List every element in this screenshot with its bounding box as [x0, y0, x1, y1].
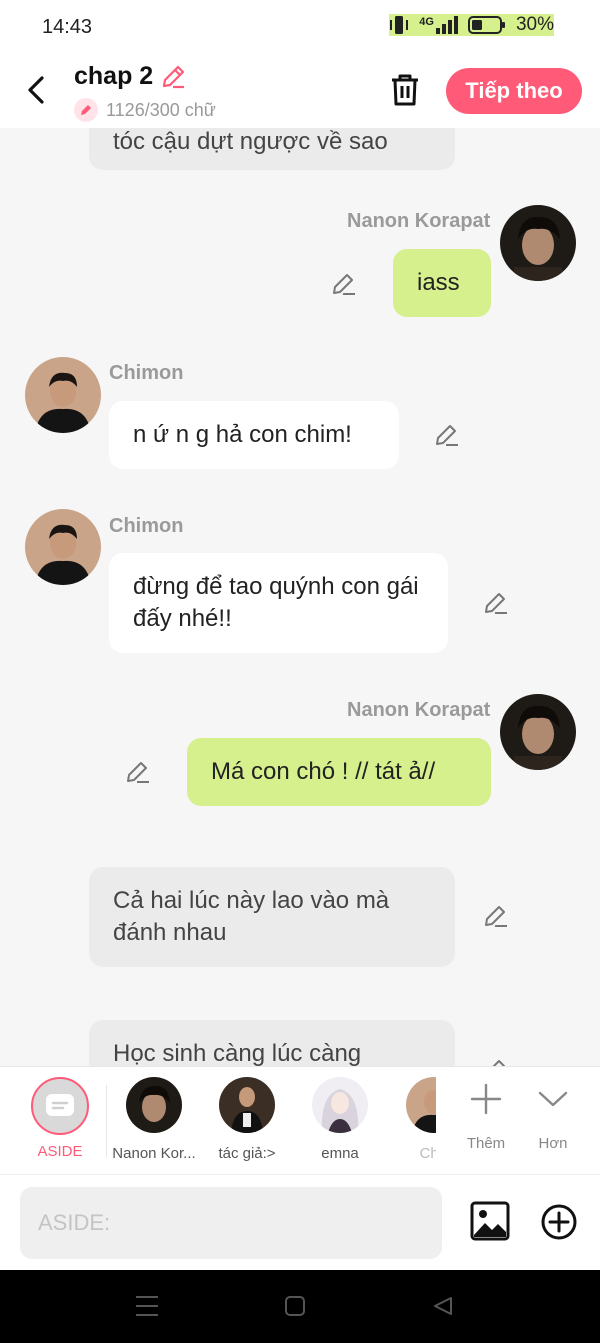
character-label: Nanon Kor...: [112, 1145, 196, 1162]
avatar: [219, 1077, 275, 1133]
message-text: đừng để tao quýnh con gái đấy nhé!!: [133, 573, 419, 632]
sender-name: Nanon Korapat: [347, 699, 491, 721]
sender-name: Nanon Korapat: [347, 210, 491, 232]
edit-message-icon[interactable]: [482, 589, 510, 617]
character-label: emna: [321, 1145, 359, 1162]
right-message-bubble[interactable]: Má con chó ! // tát ả//: [187, 738, 491, 806]
status-bar: 14:43 4G 30%: [0, 0, 600, 56]
sender-name: Chimon: [109, 515, 184, 537]
network-icon: 4G: [419, 16, 458, 34]
chevron-down-icon: [538, 1091, 568, 1107]
status-time: 14:43: [42, 16, 93, 38]
add-circle-icon[interactable]: [540, 1203, 578, 1241]
chapter-title[interactable]: chap 2: [74, 62, 187, 91]
menu-icon[interactable]: [134, 1294, 160, 1318]
narration-bubble[interactable]: tóc cậu dựt ngược về sao: [89, 128, 455, 170]
sender-name: Chimon: [109, 362, 184, 384]
image-icon[interactable]: [470, 1201, 510, 1241]
avatar-nanon[interactable]: [500, 694, 576, 770]
status-icons: 4G 30%: [389, 14, 554, 36]
avatar-nanon[interactable]: [500, 205, 576, 281]
editor-header: chap 2 1126/300 chữ Tiếp theo: [0, 56, 600, 128]
right-message-bubble[interactable]: iass: [393, 249, 491, 317]
plus-icon: [470, 1083, 502, 1115]
avatar: [406, 1077, 436, 1133]
add-label: Thêm: [466, 1135, 506, 1152]
network-type: 4G: [419, 16, 434, 28]
battery-icon: [467, 16, 505, 34]
avatar-chimon[interactable]: [25, 509, 101, 585]
aside-icon: [31, 1077, 89, 1135]
chapter-title-text: chap 2: [74, 62, 154, 90]
pencil-badge-icon: [74, 98, 98, 122]
add-character-button[interactable]: Thêm: [456, 1081, 516, 1152]
avatar: [126, 1077, 182, 1133]
system-nav-bar: [0, 1270, 600, 1343]
divider: [106, 1085, 107, 1157]
character-label: Chi: [419, 1145, 436, 1162]
word-count-text: 1126/300 chữ: [106, 99, 216, 120]
message-text: tóc cậu dựt ngược về sao: [113, 128, 388, 155]
character-nanon[interactable]: Nanon Kor...: [109, 1077, 199, 1162]
edit-title-icon[interactable]: [159, 63, 187, 91]
character-label: tác giả:>: [218, 1145, 276, 1162]
word-count: 1126/300 chữ: [74, 98, 216, 122]
edit-message-icon[interactable]: [482, 902, 510, 930]
character-aside[interactable]: ASIDE: [15, 1077, 105, 1160]
back-icon[interactable]: [432, 1295, 454, 1317]
message-text: n ứ n g hả con chim!: [133, 421, 352, 448]
trash-icon[interactable]: [388, 72, 422, 108]
narration-bubble[interactable]: Cả hai lúc này lao vào mà đánh nhau: [89, 867, 455, 967]
character-selector: ASIDE Nanon Kor... tác giả:> emna Chi Th…: [0, 1066, 600, 1175]
composer: [0, 1174, 600, 1271]
message-text: Má con chó ! // tát ả//: [211, 758, 436, 785]
character-author[interactable]: tác giả:>: [202, 1077, 292, 1162]
more-label: Hơn: [538, 1135, 568, 1152]
message-input[interactable]: [20, 1187, 442, 1259]
message-text: Cả hai lúc này lao vào mà đánh nhau: [113, 887, 390, 946]
character-chimon[interactable]: Chi: [388, 1077, 436, 1162]
edit-message-icon[interactable]: [482, 1056, 510, 1066]
more-button[interactable]: Hơn: [523, 1081, 583, 1152]
character-emna[interactable]: emna: [295, 1077, 385, 1162]
message-text: iass: [417, 269, 460, 296]
chat-area[interactable]: tóc cậu dựt ngược về sao Nanon Korapat i…: [0, 128, 600, 1066]
edit-message-icon[interactable]: [124, 758, 152, 786]
left-message-bubble[interactable]: đừng để tao quýnh con gái đấy nhé!!: [109, 553, 448, 653]
message-text: Học sinh càng lúc càng: [113, 1040, 362, 1066]
avatar-chimon[interactable]: [25, 357, 101, 433]
edit-message-icon[interactable]: [433, 421, 461, 449]
narration-bubble[interactable]: Học sinh càng lúc càng: [89, 1020, 455, 1066]
back-arrow-icon[interactable]: [22, 70, 52, 110]
vibrate-icon: [390, 16, 409, 34]
battery-percent: 30%: [515, 14, 554, 35]
home-icon[interactable]: [284, 1295, 306, 1317]
left-message-bubble[interactable]: n ứ n g hả con chim!: [109, 401, 399, 469]
avatar: [312, 1077, 368, 1133]
next-button[interactable]: Tiếp theo: [446, 68, 582, 114]
edit-message-icon[interactable]: [330, 270, 358, 298]
character-label: ASIDE: [37, 1143, 83, 1160]
